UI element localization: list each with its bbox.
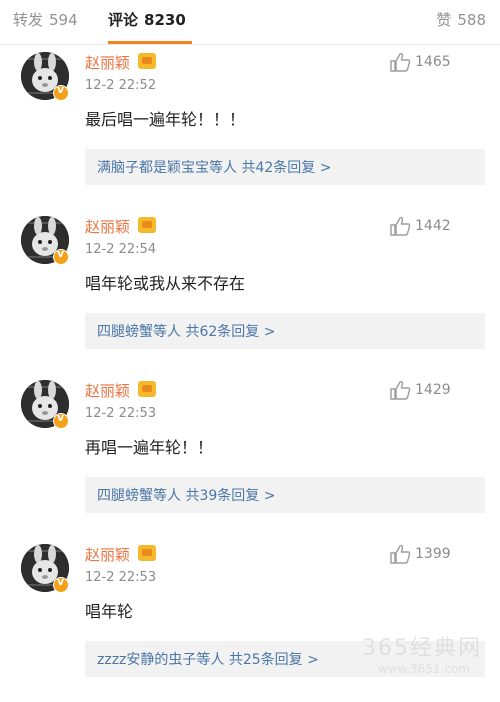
like-button[interactable]: 1442	[389, 216, 489, 238]
comment-item: 赵丽颖 12-2 22:54 1442 唱年轮或我从来不存在 四腿螃蟹等人 共6…	[0, 210, 500, 374]
reply-preview[interactable]: 四腿螃蟹等人 共39条回复 >	[85, 477, 485, 513]
comment-time: 12-2 22:52	[85, 78, 157, 93]
active-tab-indicator	[108, 41, 192, 44]
verified-badge-icon	[53, 247, 69, 265]
comment-time: 12-2 22:53	[85, 570, 157, 585]
like-button[interactable]: 1429	[389, 380, 489, 402]
comment-author[interactable]: 赵丽颖	[85, 380, 130, 401]
vip-crown-icon	[138, 217, 156, 233]
tab-comment-label: 评论	[108, 11, 139, 29]
comment-item: 赵丽颖 12-2 22:53 1399 唱年轮 zzzz安静的虫子等人 共25条…	[0, 538, 500, 702]
verified-badge-icon	[53, 575, 69, 593]
thumbs-up-icon	[390, 216, 411, 236]
vip-crown-icon	[138, 53, 156, 69]
watermark-url: www.3651.com	[377, 662, 470, 676]
like-count: 1442	[415, 218, 451, 234]
comment-author[interactable]: 赵丽颖	[85, 52, 130, 73]
comment-item: 赵丽颖 12-2 22:52 1465 最后唱一遍年轮！！！ 满脑子都是颖宝宝等…	[0, 46, 500, 210]
comment-text: 最后唱一遍年轮！！！	[85, 110, 246, 129]
comment-text: 唱年轮或我从来不存在	[85, 274, 246, 293]
reply-preview[interactable]: 满脑子都是颖宝宝等人 共42条回复 >	[85, 149, 485, 185]
comment-author[interactable]: 赵丽颖	[85, 216, 130, 237]
comment-time: 12-2 22:53	[85, 406, 157, 421]
reply-summary: 四腿螃蟹等人 共62条回复 >	[97, 324, 276, 340]
thumbs-up-icon	[390, 380, 411, 400]
tab-like-label: 赞	[436, 11, 452, 29]
verified-badge-icon	[53, 83, 69, 101]
thumbs-up-icon	[390, 52, 411, 72]
like-button[interactable]: 1399	[389, 544, 489, 566]
like-button[interactable]: 1465	[389, 52, 489, 74]
reply-summary: 四腿螃蟹等人 共39条回复 >	[97, 488, 276, 504]
tab-like[interactable]: 赞 588	[436, 9, 486, 30]
tab-comment-count: 8230	[144, 11, 186, 29]
comment-author[interactable]: 赵丽颖	[85, 544, 130, 565]
tab-like-count: 588	[457, 11, 486, 29]
tab-forward-count: 594	[49, 11, 78, 29]
like-count: 1399	[415, 546, 451, 562]
thumbs-up-icon	[390, 544, 411, 564]
reply-summary: zzzz安静的虫子等人 共25条回复 >	[97, 652, 319, 668]
comment-time: 12-2 22:54	[85, 242, 157, 257]
reply-preview[interactable]: 四腿螃蟹等人 共62条回复 >	[85, 313, 485, 349]
comment-item: 赵丽颖 12-2 22:53 1429 再唱一遍年轮！！ 四腿螃蟹等人 共39条…	[0, 374, 500, 538]
like-count: 1465	[415, 54, 451, 70]
watermark: 365经典网	[362, 636, 482, 661]
comment-text: 再唱一遍年轮！！	[85, 438, 214, 457]
reply-summary: 满脑子都是颖宝宝等人 共42条回复 >	[97, 160, 332, 176]
verified-badge-icon	[53, 411, 69, 429]
like-count: 1429	[415, 382, 451, 398]
tab-comment[interactable]: 评论 8230	[108, 9, 186, 30]
tab-bar: 转发 594 评论 8230 赞 588	[0, 0, 500, 45]
tab-forward-label: 转发	[13, 11, 44, 29]
vip-crown-icon	[138, 545, 156, 561]
comment-text: 唱年轮	[85, 602, 134, 621]
vip-crown-icon	[138, 381, 156, 397]
tab-forward[interactable]: 转发 594	[13, 9, 78, 30]
